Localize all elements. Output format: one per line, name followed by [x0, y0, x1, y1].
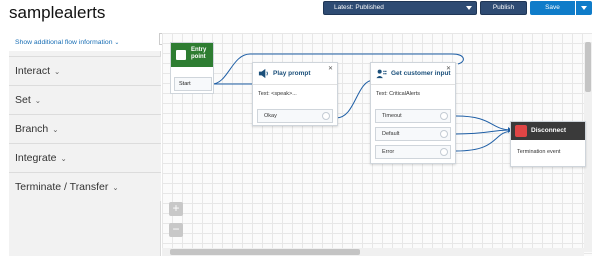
connector-dot[interactable] [440, 112, 448, 120]
sidebar: Show additional flow information ⌄ ◂ Int… [9, 33, 169, 256]
scrollbar-thumb[interactable] [585, 42, 591, 92]
branch-label: Default [382, 131, 400, 137]
entry-header: Entry point [171, 43, 213, 67]
save-button[interactable]: Save [530, 1, 575, 15]
block-title: Disconnect [531, 127, 567, 134]
category-branch[interactable]: Branch ⌄ [9, 114, 161, 143]
connector-dot[interactable] [322, 112, 330, 120]
get-customer-input-block[interactable]: Get customer input ✕ Text: CriticalAlert… [370, 62, 456, 164]
category-label: Terminate / Transfer [15, 181, 109, 193]
horizontal-scrollbar[interactable] [162, 248, 584, 256]
category-label: Integrate [15, 152, 57, 164]
branch-label: Timeout [382, 113, 402, 119]
branch-label: Okay [264, 113, 277, 119]
chevron-down-icon [466, 6, 472, 10]
block-header: Play prompt [253, 63, 337, 85]
category-label: Branch [15, 123, 49, 135]
block-header: Disconnect [511, 122, 585, 140]
branch-label: Error [382, 149, 395, 155]
save-options-button[interactable] [576, 1, 592, 15]
category-interact[interactable]: Interact ⌄ [9, 56, 161, 85]
close-icon[interactable]: ✕ [328, 65, 333, 72]
disconnect-icon [515, 125, 527, 137]
branch-error[interactable]: Error [375, 145, 451, 159]
chevron-down-icon: ⌄ [52, 125, 59, 134]
speaker-icon [258, 68, 268, 79]
category-set[interactable]: Set ⌄ [9, 85, 161, 114]
category-label: Set [15, 94, 31, 106]
scrollbar-thumb[interactable] [170, 249, 360, 255]
chevron-down-icon: ⌄ [114, 40, 120, 46]
zoom-in-button[interactable]: + [169, 202, 183, 216]
branch-timeout[interactable]: Timeout [375, 109, 451, 123]
block-text: Text: CriticalAlerts [376, 91, 421, 97]
connector-dot[interactable] [440, 148, 448, 156]
branch-default[interactable]: Default [375, 127, 451, 141]
block-title: Get customer input [391, 70, 451, 77]
chevron-down-icon: ⌄ [54, 67, 61, 76]
chevron-down-icon: ⌄ [60, 154, 67, 163]
entry-point-block[interactable]: Entry point Start [170, 42, 214, 94]
version-select-label: Latest: Published [334, 4, 384, 11]
connector-dot[interactable] [440, 130, 448, 138]
entry-icon [176, 50, 186, 60]
version-select[interactable]: Latest: Published [323, 1, 477, 15]
customer-input-icon [376, 69, 387, 79]
block-text: Termination event [517, 149, 561, 155]
chevron-down-icon: ⌄ [112, 183, 119, 192]
chevron-down-icon: ⌄ [34, 96, 42, 105]
disconnect-block[interactable]: Disconnect Termination event [510, 121, 586, 167]
entry-title: Entry point [191, 47, 207, 60]
show-info-label: Show additional flow information [15, 39, 113, 46]
app-title: samplealerts [9, 3, 106, 22]
block-title: Play prompt [273, 70, 311, 77]
show-additional-info-link[interactable]: Show additional flow information ⌄ [9, 33, 161, 51]
block-text: Text: <speak>... [258, 91, 297, 97]
category-terminate-transfer[interactable]: Terminate / Transfer ⌄ [9, 172, 161, 201]
category-integrate[interactable]: Integrate ⌄ [9, 143, 161, 172]
zoom-out-button[interactable]: − [169, 223, 183, 237]
play-prompt-block[interactable]: Play prompt ✕ Text: <speak>... Okay [252, 62, 338, 126]
chevron-down-icon [581, 6, 587, 10]
branch-okay[interactable]: Okay [257, 109, 333, 123]
category-label: Interact [15, 65, 51, 77]
branch-start[interactable]: Start [174, 77, 212, 91]
close-icon[interactable]: ✕ [446, 65, 451, 72]
publish-button[interactable]: Publish [480, 1, 527, 15]
block-header: Get customer input [371, 63, 455, 85]
